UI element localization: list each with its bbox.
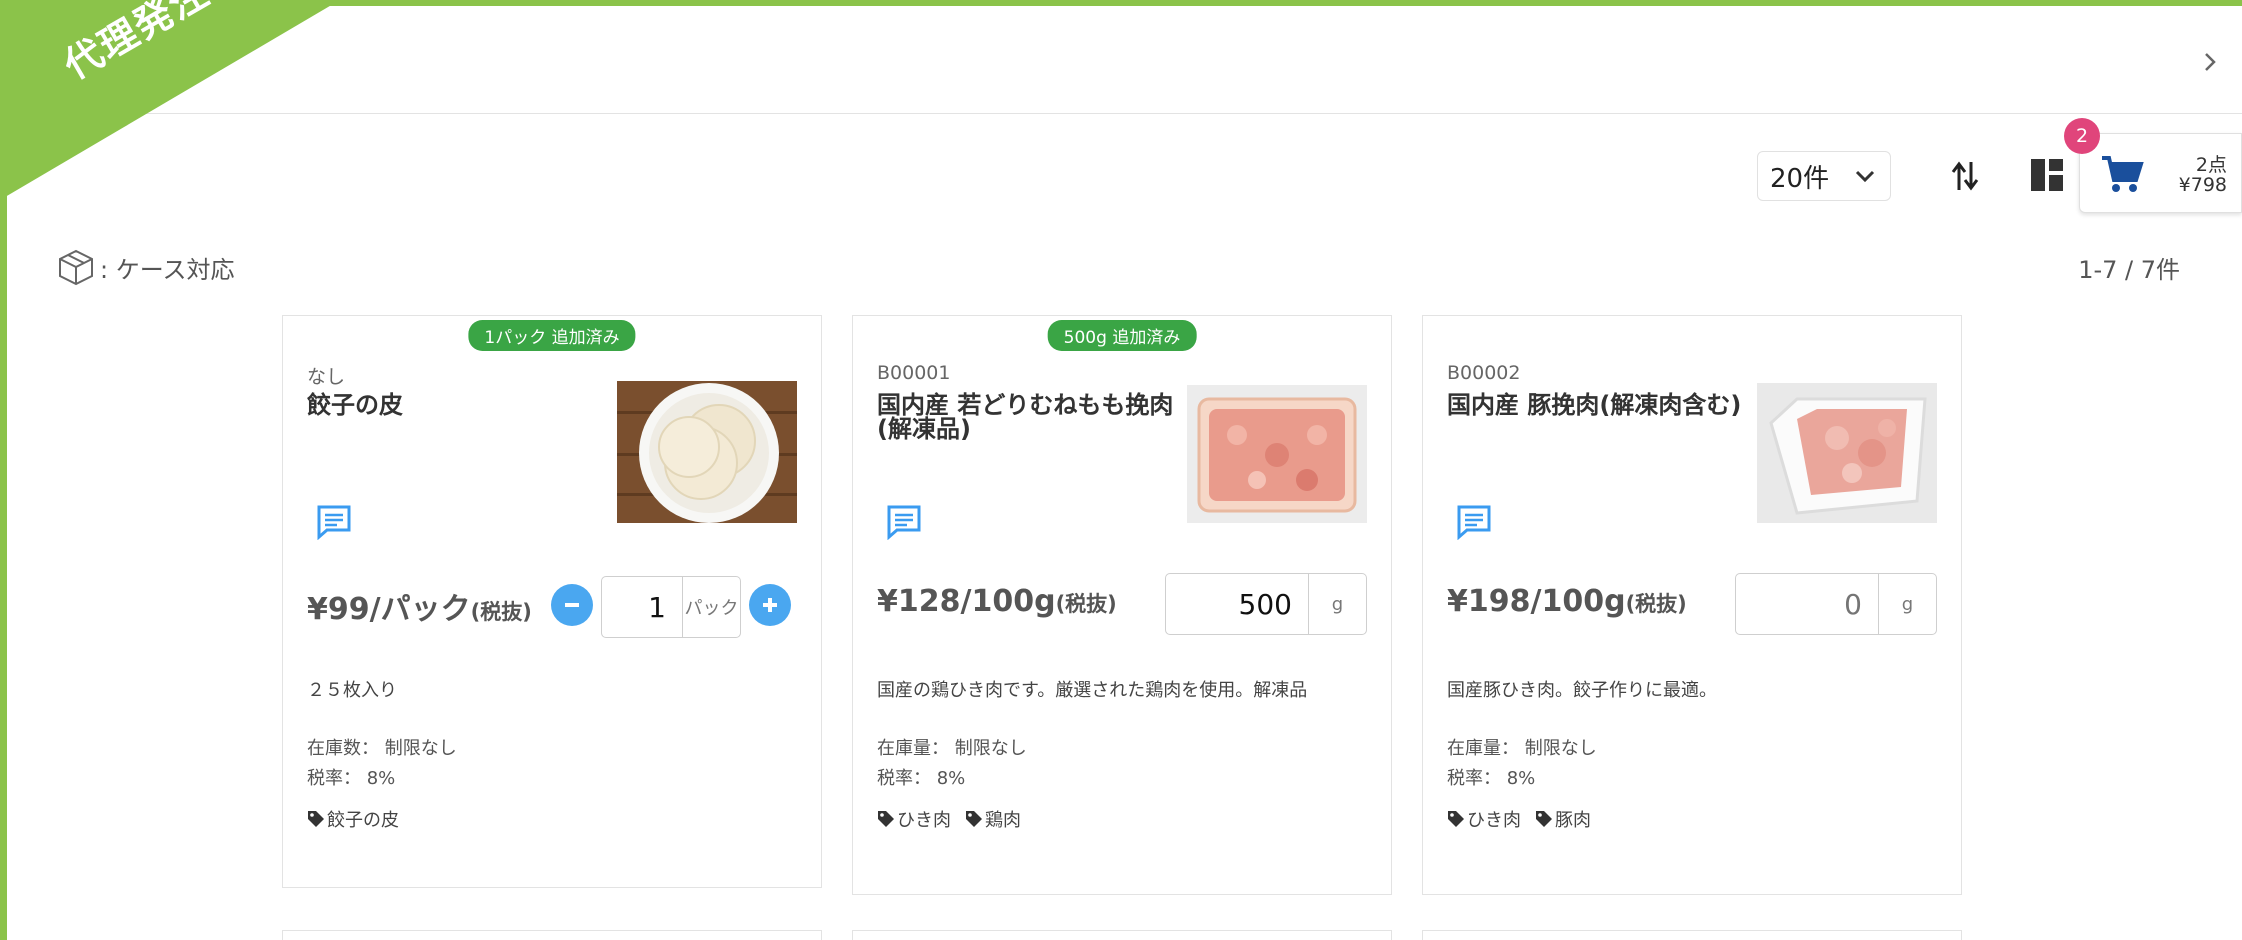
qty-input-group: g <box>1165 573 1367 635</box>
per-page-value: 20件 <box>1770 163 1830 194</box>
stock-info: 在庫数： 制限なし <box>307 738 457 759</box>
product-card[interactable] <box>1422 930 1962 940</box>
case-legend: : ケース対応 <box>56 247 235 287</box>
per-page-select[interactable]: 20件 <box>1757 151 1891 201</box>
tag-icon <box>1536 811 1552 827</box>
tax-rate: 税率： 8% <box>1447 768 1536 789</box>
tag-item[interactable]: 鶏肉 <box>965 806 1021 832</box>
tag-icon <box>878 811 894 827</box>
tag-icon <box>308 811 324 827</box>
product-name[interactable]: 国内産 豚挽肉(解凍肉含む) <box>1447 393 1747 417</box>
tag-item[interactable]: ひき肉 <box>1447 806 1521 832</box>
chevron-right-icon[interactable] <box>2200 52 2220 72</box>
product-description: 国産豚ひき肉。餃子作りに最適。 <box>1447 680 1717 701</box>
product-card[interactable] <box>852 930 1392 940</box>
qty-unit: パック <box>683 576 741 638</box>
added-badge: 500g 追加済み <box>1047 320 1197 351</box>
product-image[interactable] <box>617 381 797 523</box>
product-price: ¥198/100g(税抜) <box>1447 584 1687 619</box>
tag-item[interactable]: 餃子の皮 <box>307 806 399 832</box>
cart-item-count: 2点 <box>2195 154 2227 176</box>
product-name[interactable]: 餃子の皮 <box>307 393 607 417</box>
product-card[interactable] <box>282 930 822 940</box>
plus-icon <box>763 598 777 612</box>
minus-icon <box>565 603 579 607</box>
product-card[interactable]: 1パック 追加済み なし 餃子の皮 ¥99/パック(税抜) パック ２５枚入り … <box>282 315 822 888</box>
cart-badge: 2 <box>2064 118 2100 154</box>
product-code: B00001 <box>877 362 951 384</box>
product-description: 国産の鶏ひき肉です。厳選された鶏肉を使用。解凍品 <box>877 680 1308 701</box>
tax-rate: 税率： 8% <box>307 768 396 789</box>
qty-unit: g <box>1309 573 1367 635</box>
decrease-qty-button[interactable] <box>551 584 593 626</box>
comment-icon[interactable] <box>316 504 352 540</box>
product-code: なし <box>307 366 346 388</box>
qty-input-group: g <box>1735 573 1937 635</box>
tag-icon <box>1448 811 1464 827</box>
product-price: ¥128/100g(税抜) <box>877 584 1117 619</box>
product-image[interactable] <box>1757 383 1937 523</box>
product-name[interactable]: 国内産 若どりむねもも挽肉(解凍品) <box>877 393 1177 441</box>
cart-button[interactable]: 2点 ¥798 <box>2079 133 2242 213</box>
tag-list: 餃子の皮 <box>307 806 399 832</box>
tag-list: ひき肉 鶏肉 <box>877 806 1021 832</box>
comment-icon[interactable] <box>886 504 922 540</box>
tag-item[interactable]: 豚肉 <box>1535 806 1591 832</box>
result-count: 1-7 / 7件 <box>2078 256 2180 284</box>
comment-icon[interactable] <box>1456 504 1492 540</box>
qty-input[interactable] <box>601 576 683 638</box>
chevron-down-icon <box>1855 170 1875 183</box>
box-icon <box>59 249 93 286</box>
qty-unit: g <box>1879 573 1937 635</box>
product-image[interactable] <box>1187 385 1367 523</box>
product-code: B00002 <box>1447 362 1521 384</box>
stock-info: 在庫量： 制限なし <box>1447 738 1597 759</box>
layout-toggle-icon[interactable] <box>2030 158 2064 192</box>
proxy-order-ribbon: 代理発注 <box>0 0 340 200</box>
tax-rate: 税率： 8% <box>877 768 966 789</box>
stock-info: 在庫量： 制限なし <box>877 738 1027 759</box>
qty-input[interactable] <box>1735 573 1879 635</box>
added-badge: 1パック 追加済み <box>468 320 636 351</box>
qty-input[interactable] <box>1165 573 1309 635</box>
case-legend-label: : ケース対応 <box>100 255 235 284</box>
top-bar <box>7 6 2242 114</box>
cart-icon <box>2102 156 2144 192</box>
qty-stepper: パック <box>601 576 741 638</box>
tag-item[interactable]: ひき肉 <box>877 806 951 832</box>
product-price: ¥99/パック(税抜) <box>307 592 532 627</box>
product-card[interactable]: 500g 追加済み B00001 国内産 若どりむねもも挽肉(解凍品) ¥128… <box>852 315 1392 895</box>
cart-total: ¥798 <box>2178 174 2227 196</box>
increase-qty-button[interactable] <box>749 584 791 626</box>
sort-icon[interactable] <box>1950 158 1980 194</box>
tag-icon <box>966 811 982 827</box>
tag-list: ひき肉 豚肉 <box>1447 806 1591 832</box>
product-card[interactable]: B00002 国内産 豚挽肉(解凍肉含む) ¥198/100g(税抜) g 国産… <box>1422 315 1962 895</box>
product-description: ２５枚入り <box>307 680 397 701</box>
